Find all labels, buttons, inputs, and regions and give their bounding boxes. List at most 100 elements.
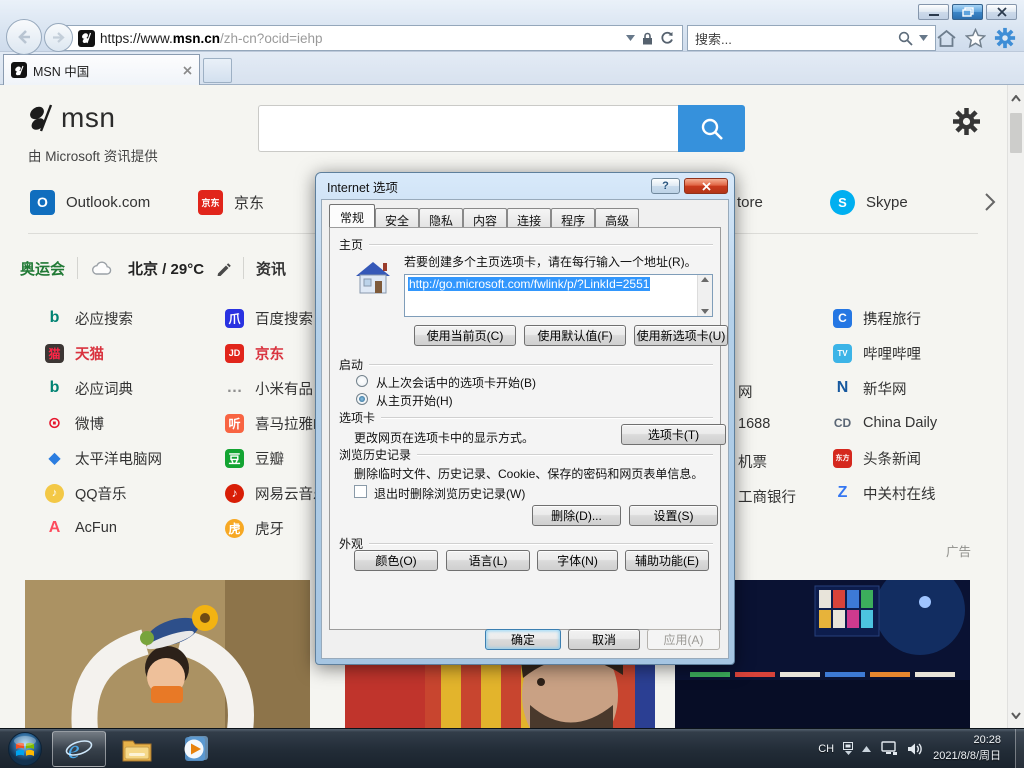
delete-history-on-exit-checkbox[interactable]	[354, 485, 367, 498]
dialog-titlebar[interactable]: Internet 选项 ?	[316, 173, 734, 199]
link-xinhuanet[interactable]: N新华网	[833, 378, 907, 398]
link-baidu-search[interactable]: 爪百度搜索	[225, 308, 313, 328]
dialog-close-button[interactable]	[684, 178, 728, 194]
tab-privacy[interactable]: 隐私	[419, 208, 463, 227]
carousel-next-icon[interactable]	[984, 192, 996, 217]
radio-label[interactable]: 从上次会话中的选项卡开始(B)	[376, 374, 536, 391]
ok-button[interactable]: 确定	[485, 629, 561, 650]
volume-icon[interactable]	[907, 742, 924, 756]
tab-general[interactable]: 常规	[329, 204, 375, 227]
tabs-settings-button[interactable]: 选项卡(T)	[621, 424, 726, 445]
link-toutiao-news[interactable]: 东方头条新闻	[833, 448, 921, 468]
link-douban[interactable]: 豆豆瓣	[225, 448, 284, 468]
settings-button[interactable]: 设置(S)	[629, 505, 718, 526]
search-dropdown-icon[interactable]	[919, 35, 928, 41]
accessibility-button[interactable]: 辅助功能(E)	[625, 550, 709, 571]
link-fragment[interactable]: 1688	[738, 416, 770, 432]
link-xiaomi-youpin[interactable]: …小米有品	[225, 378, 313, 398]
link-fragment[interactable]: 工商银行	[738, 486, 796, 507]
show-hidden-icons-button[interactable]	[862, 746, 871, 752]
delete-button[interactable]: 删除(D)...	[532, 505, 621, 526]
language-bar-icon[interactable]	[843, 742, 853, 755]
field-scrollbar[interactable]	[697, 275, 712, 316]
colors-button[interactable]: 颜色(O)	[354, 550, 438, 571]
radio-label[interactable]: 从主页开始(H)	[376, 392, 453, 409]
msn-search-input[interactable]	[258, 105, 678, 152]
favorites-star-icon[interactable]	[965, 28, 986, 48]
use-current-button[interactable]: 使用当前页(C)	[414, 325, 516, 346]
link-netease-music[interactable]: ♪网易云音乐	[225, 483, 328, 503]
start-button[interactable]	[2, 731, 48, 767]
taskbar-media-player-button[interactable]	[168, 731, 222, 767]
apply-button[interactable]: 应用(A)	[647, 629, 720, 650]
refresh-icon[interactable]	[660, 31, 674, 45]
checkbox-label[interactable]: 退出时删除浏览历史记录(W)	[374, 485, 525, 502]
forward-button[interactable]	[44, 23, 73, 52]
page-settings-gear-icon[interactable]	[953, 108, 980, 140]
homepage-url-field[interactable]: http://go.microsoft.com/fwlink/p/?LinkId…	[404, 274, 713, 317]
tab-connections[interactable]: 连接	[507, 208, 551, 227]
link-huya[interactable]: 虎虎牙	[225, 518, 284, 538]
use-default-button[interactable]: 使用默认值(F)	[524, 325, 626, 346]
link-fragment[interactable]: 机票	[738, 451, 767, 472]
scrollbar-thumb[interactable]	[1010, 113, 1022, 153]
page-scrollbar[interactable]	[1007, 85, 1024, 728]
use-new-tab-button[interactable]: 使用新选项卡(U)	[634, 325, 728, 346]
link-tmall[interactable]: 猫天猫	[45, 343, 104, 363]
language-indicator[interactable]: CH	[818, 743, 834, 755]
link-weibo[interactable]: ⊙微博	[45, 413, 104, 433]
search-icon[interactable]	[898, 31, 913, 46]
link-outlook[interactable]: O Outlook.com	[30, 189, 150, 215]
news-image-athlete[interactable]	[25, 580, 310, 728]
dialog-help-button[interactable]: ?	[651, 178, 680, 194]
link-fragment[interactable]: 网	[738, 381, 753, 402]
edit-pencil-icon[interactable]	[216, 261, 231, 276]
link-skype[interactable]: S Skype	[830, 189, 908, 215]
back-button[interactable]	[6, 19, 42, 55]
scroll-up-icon[interactable]	[701, 277, 709, 282]
link-ctrip[interactable]: C携程旅行	[833, 308, 921, 328]
msn-search-button[interactable]	[678, 105, 745, 152]
tab-close-icon[interactable]	[183, 66, 192, 75]
taskbar-clock[interactable]: 20:28 2021/8/8/周日	[933, 733, 1001, 765]
new-tab-button[interactable]	[203, 58, 232, 83]
tab-programs[interactable]: 程序	[551, 208, 595, 227]
link-bing-dictionary[interactable]: b必应词典	[45, 378, 133, 398]
news-link[interactable]: 资讯	[256, 258, 286, 279]
olympics-link[interactable]: 奥运会	[20, 258, 65, 279]
tools-gear-icon[interactable]	[994, 27, 1016, 49]
link-zol[interactable]: Z中关村在线	[833, 483, 936, 503]
scroll-up-icon[interactable]	[1008, 91, 1024, 105]
taskbar-explorer-button[interactable]	[110, 731, 164, 767]
start-with-home-radio[interactable]	[356, 393, 368, 405]
link-jd[interactable]: JD京东	[225, 343, 284, 363]
close-button[interactable]	[986, 4, 1017, 20]
minimize-button[interactable]	[918, 4, 949, 20]
cancel-button[interactable]: 取消	[568, 629, 640, 650]
fonts-button[interactable]: 字体(N)	[537, 550, 618, 571]
languages-button[interactable]: 语言(L)	[446, 550, 530, 571]
tab-msn-china[interactable]: MSN 中国	[3, 54, 200, 85]
autocomplete-dropdown-icon[interactable]	[626, 35, 635, 41]
link-qq-music[interactable]: ♪QQ音乐	[45, 483, 127, 503]
link-store-fragment[interactable]: tore	[737, 189, 763, 215]
network-icon[interactable]	[880, 741, 898, 756]
link-acfun[interactable]: AAcFun	[45, 518, 117, 538]
link-pconline[interactable]: ◆太平洋电脑网	[45, 448, 162, 468]
show-desktop-button[interactable]	[1015, 729, 1024, 768]
link-bilibili[interactable]: TV哔哩哔哩	[833, 343, 921, 363]
link-china-daily[interactable]: CDChina Daily	[833, 413, 937, 433]
tab-advanced[interactable]: 高级	[595, 208, 639, 227]
taskbar-ie-button[interactable]: e	[52, 731, 106, 767]
restore-button[interactable]	[952, 4, 983, 20]
chrome-search-box[interactable]: 搜索...	[687, 25, 936, 51]
tab-content[interactable]: 内容	[463, 208, 507, 227]
tab-security[interactable]: 安全	[375, 208, 419, 227]
link-bing-search[interactable]: b必应搜索	[45, 308, 133, 328]
home-icon[interactable]	[936, 29, 957, 48]
scroll-down-icon[interactable]	[1008, 708, 1024, 722]
address-bar[interactable]: https://www.msn.cn/zh-cn?ocid=iehp	[64, 25, 683, 51]
scroll-down-icon[interactable]	[701, 309, 709, 314]
start-with-last-session-radio[interactable]	[356, 375, 368, 387]
weather-city-temp[interactable]: 北京 / 29°C	[128, 258, 204, 279]
